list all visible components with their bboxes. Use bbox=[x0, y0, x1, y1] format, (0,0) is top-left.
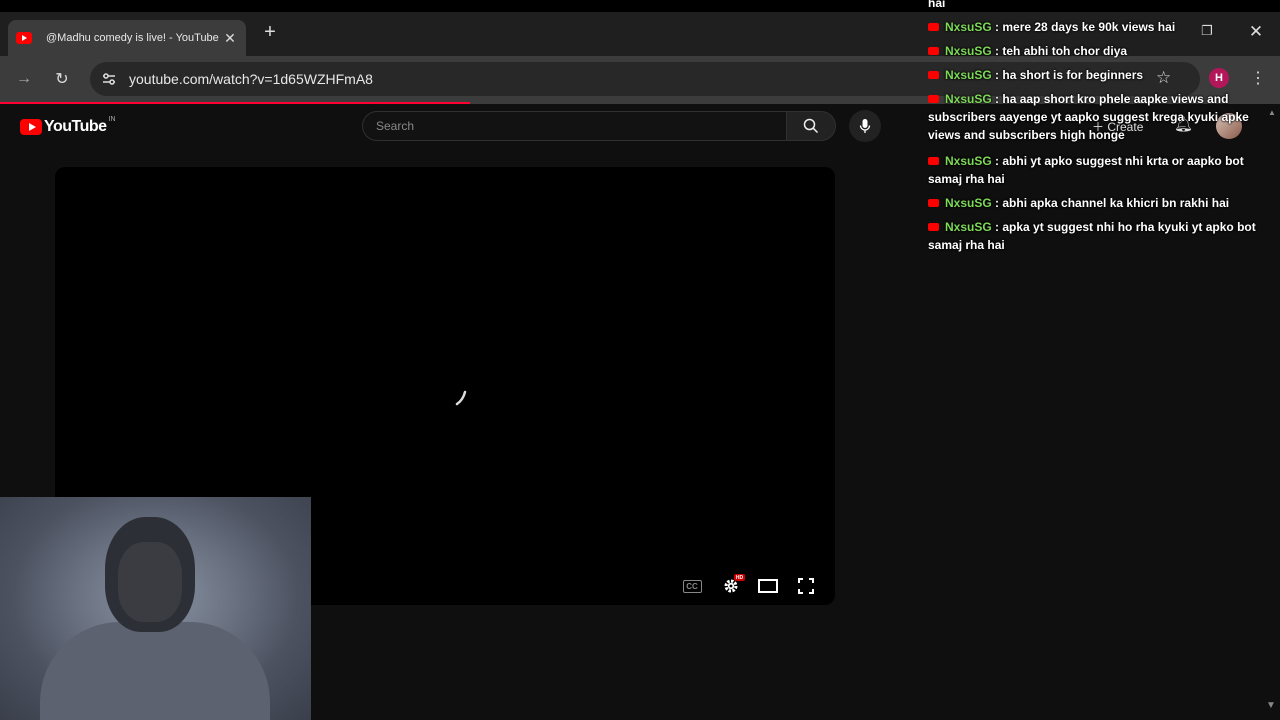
microphone-icon bbox=[859, 119, 871, 133]
site-settings-icon[interactable] bbox=[100, 70, 118, 88]
search-input[interactable]: Search bbox=[362, 111, 787, 141]
youtube-chat-icon bbox=[928, 23, 939, 31]
youtube-favicon-icon bbox=[16, 30, 32, 46]
chat-username: NxsuSG bbox=[945, 68, 992, 82]
youtube-logo[interactable]: YouTube IN bbox=[20, 115, 116, 136]
youtube-chat-icon bbox=[928, 47, 939, 55]
youtube-chat-icon bbox=[928, 199, 939, 207]
voice-search-button[interactable] bbox=[849, 110, 881, 142]
chat-fragment: hai bbox=[928, 0, 1278, 12]
chat-username: NxsuSG bbox=[945, 92, 992, 106]
search-button[interactable] bbox=[786, 111, 836, 141]
webcam-person-body bbox=[40, 622, 270, 720]
reload-icon[interactable]: ↻ bbox=[51, 68, 73, 90]
youtube-logo-icon bbox=[20, 119, 42, 135]
fullscreen-icon bbox=[798, 578, 814, 594]
loading-spinner-icon bbox=[455, 390, 467, 406]
theater-mode-button[interactable] bbox=[757, 576, 779, 596]
search-placeholder: Search bbox=[376, 119, 415, 133]
url-text: youtube.com/watch?v=1d65WZHFmA8 bbox=[129, 71, 373, 87]
theater-mode-icon bbox=[758, 579, 778, 593]
browser-tab[interactable]: @Madhu comedy is live! - YouTube ✕ bbox=[8, 20, 246, 56]
youtube-chat-icon bbox=[928, 71, 939, 79]
chat-username: NxsuSG bbox=[945, 154, 992, 168]
youtube-chat-icon bbox=[928, 157, 939, 165]
forward-icon[interactable]: → bbox=[13, 68, 35, 90]
tab-close-icon[interactable]: ✕ bbox=[222, 30, 238, 46]
chat-fragment-text: hai bbox=[928, 0, 946, 10]
new-tab-button[interactable]: + bbox=[260, 21, 280, 43]
chat-username: NxsuSG bbox=[945, 44, 992, 58]
captions-button[interactable]: CC bbox=[681, 576, 703, 596]
chat-text: abhi apka channel ka khicri bn rakhi hai bbox=[1002, 196, 1230, 210]
live-chat-overlay: hai NxsuSG : mere 28 days ke 90k views h… bbox=[928, 0, 1280, 260]
chat-message: NxsuSG : mere 28 days ke 90k views hai bbox=[928, 18, 1278, 36]
tab-title: @Madhu comedy is live! - YouTube bbox=[46, 32, 219, 44]
fullscreen-button[interactable] bbox=[795, 576, 817, 596]
cc-icon: CC bbox=[682, 579, 702, 593]
chat-message: NxsuSG : ha short is for beginners bbox=[928, 66, 1278, 84]
chat-text: ha short is for beginners bbox=[1002, 68, 1144, 82]
scroll-up-icon[interactable]: ▲ bbox=[1268, 108, 1276, 117]
chat-username: NxsuSG bbox=[945, 220, 992, 234]
hd-badge: HD bbox=[734, 574, 745, 581]
youtube-logo-text: YouTube bbox=[44, 118, 107, 135]
chat-message: NxsuSG : teh abhi toh chor diya bbox=[928, 42, 1278, 60]
chat-message: NxsuSG : ha aap short kro phele aapke vi… bbox=[928, 92, 1249, 142]
window-restore-icon[interactable]: ❐ bbox=[1198, 22, 1216, 40]
chat-message: NxsuSG : abhi yt apko suggest nhi krta o… bbox=[928, 154, 1244, 186]
youtube-chat-icon bbox=[928, 223, 939, 231]
webcam-overlay bbox=[0, 497, 311, 720]
window-close-icon[interactable]: ✕ bbox=[1246, 22, 1266, 42]
chat-username: NxsuSG bbox=[945, 20, 992, 34]
youtube-chat-icon bbox=[928, 95, 939, 103]
chat-message: NxsuSG : apka yt suggest nhi ho rha kyuk… bbox=[928, 220, 1256, 252]
country-code: IN bbox=[108, 115, 116, 123]
search-icon bbox=[803, 118, 819, 134]
chat-text: teh abhi toh chor diya bbox=[1002, 44, 1128, 58]
webcam-person-face bbox=[118, 542, 182, 622]
scroll-down-icon[interactable]: ▼ bbox=[1266, 700, 1276, 711]
chat-message: NxsuSG : abhi apka channel ka khicri bn … bbox=[928, 194, 1278, 212]
chat-text: mere 28 days ke 90k views hai bbox=[1002, 20, 1176, 34]
chat-username: NxsuSG bbox=[945, 196, 992, 210]
